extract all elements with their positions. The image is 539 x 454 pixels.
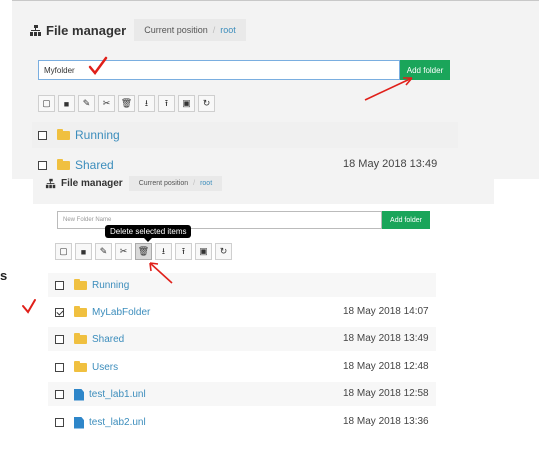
arrow-annotation-add-folder	[364, 77, 413, 101]
checkmark-annotation-row	[22, 299, 36, 314]
arrow-annotation-delete	[149, 262, 173, 284]
annotation-overlay	[22, 56, 413, 314]
checkmark-annotation-input	[88, 56, 108, 76]
